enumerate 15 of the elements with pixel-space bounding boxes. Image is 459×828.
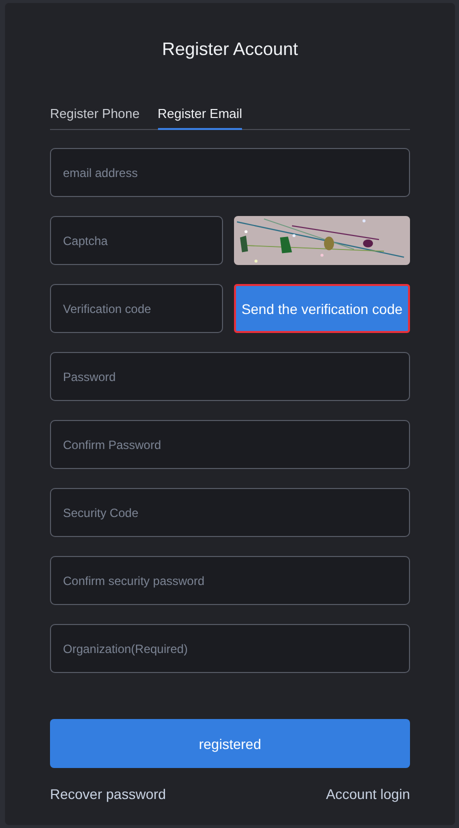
link[interactable]: Account login (326, 786, 410, 802)
tab[interactable]: Register Email (158, 106, 242, 130)
input-field[interactable]: email address (50, 148, 410, 197)
input-field[interactable]: Security Code (50, 488, 410, 537)
send-code-button[interactable]: Send the verification code (234, 284, 410, 333)
input-field[interactable]: Organization(Required) (50, 624, 410, 673)
input-field[interactable]: Password (50, 352, 410, 401)
dialog-title: Register Account (160, 38, 300, 61)
register-button[interactable]: registered (50, 719, 410, 768)
verification-code-field[interactable]: Verification code (50, 284, 223, 333)
input-field[interactable]: Confirm security password (50, 556, 410, 605)
input-field[interactable]: Confirm Password (50, 420, 410, 469)
captcha-field[interactable]: Captcha (50, 216, 223, 265)
link[interactable]: Recover password (50, 786, 166, 802)
tab[interactable]: Register Phone (50, 106, 140, 130)
